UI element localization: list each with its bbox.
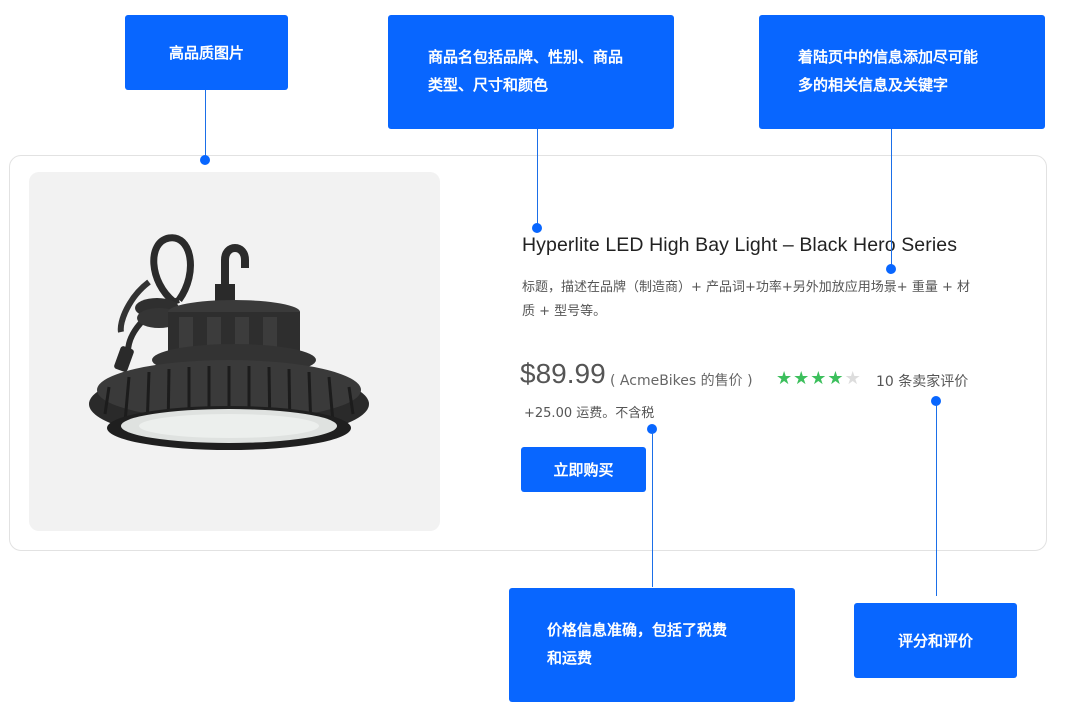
callout-product-name: 商品名包括品牌、性别、商品 类型、尺寸和颜色 [388,15,674,129]
star-icon: ★ [810,368,828,389]
connector-line [936,404,937,596]
callout-text: 高品质图片 [168,43,244,62]
product-description: 标题，描述在品牌（制造商）+ 产品词+功率+另外加放应用场景+ 重量 + 材质 … [522,280,970,319]
connector-line [652,432,653,587]
connector-line [891,129,892,265]
callout-text: 多的相关信息及关键字 [798,76,949,94]
review-count[interactable]: 10 条卖家评价 [876,371,968,391]
buy-now-button[interactable]: 立即购买 [521,447,646,492]
star-icon: ★ [827,368,845,389]
seller-note: ( AcmeBikes 的售价 ) [610,373,753,389]
product-price: $89.99 [520,358,606,389]
marker-dot [200,155,210,165]
star-icon: ★ [793,368,811,389]
led-high-bay-light-image [89,234,369,450]
star-empty-icon: ★ [844,368,862,389]
connector-line [537,129,538,227]
marker-dot [886,264,896,274]
connector-line [205,90,206,158]
callout-text: 类型、尺寸和颜色 [428,76,549,94]
rating-stars: ★★★★★ [776,368,862,389]
callout-text: 价格信息准确，包括了税费 [547,621,728,639]
callout-text: 和运费 [547,649,593,667]
product-image[interactable] [29,172,440,531]
star-icon: ★ [776,368,794,389]
callout-price: 价格信息准确，包括了税费 和运费 [509,588,795,702]
callout-text: 评分和评价 [897,631,973,650]
callout-image-quality: 高品质图片 [125,15,288,90]
callout-landing-page: 着陆页中的信息添加尽可能 多的相关信息及关键字 [759,15,1045,129]
callout-rating: 评分和评价 [854,603,1017,678]
marker-dot [532,223,542,233]
callout-text: 着陆页中的信息添加尽可能 [798,48,979,66]
shipping-info: +25.00 运费。不含税 [524,406,655,421]
callout-text: 商品名包括品牌、性别、商品 [428,48,624,66]
